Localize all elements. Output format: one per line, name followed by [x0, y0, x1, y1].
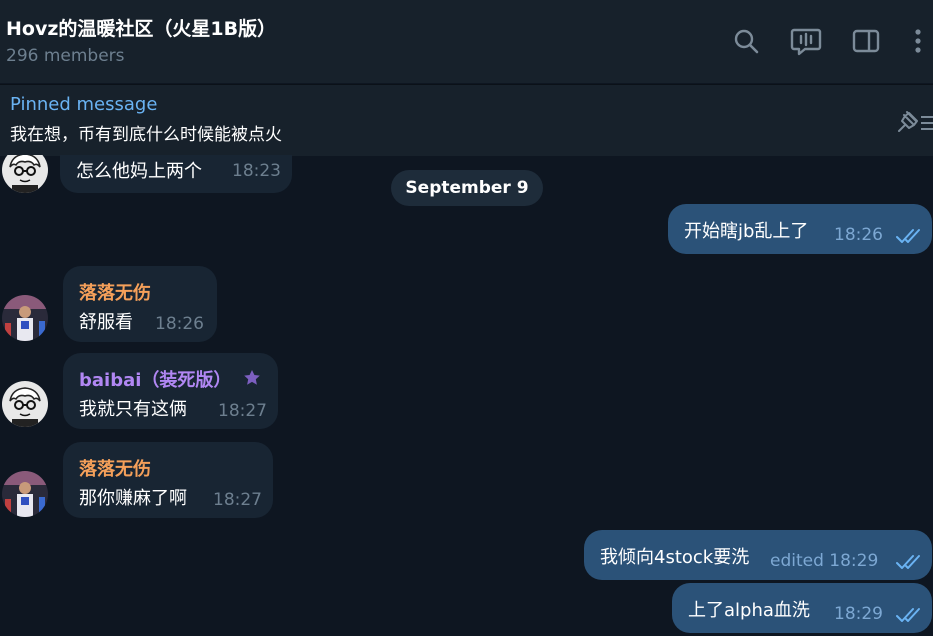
- star-icon: [244, 370, 260, 385]
- read-receipt-icon: [896, 229, 920, 243]
- message-text: 我倾向4stock要洗: [600, 547, 750, 568]
- message-time: 18:27: [213, 490, 262, 510]
- read-receipt-icon: [896, 608, 920, 622]
- message-bubble-outgoing[interactable]: 上了alpha血洗 18:29: [672, 583, 932, 633]
- message-list[interactable]: 怎么他妈上两个 18:23 September 9 开始瞎jb乱上了 18:26…: [0, 155, 933, 636]
- message-time: 18:26: [155, 314, 204, 334]
- more-menu-icon[interactable]: [902, 24, 932, 58]
- pinned-message-bar[interactable]: Pinned message 我在想，币有到底什么时候能被点火: [0, 84, 933, 156]
- message-text: 那你赚麻了啊: [79, 488, 187, 509]
- message-text: 我就只有这俩: [79, 399, 187, 420]
- message-bubble-outgoing[interactable]: 开始瞎jb乱上了 18:26: [668, 204, 932, 254]
- message-text: 怎么他妈上两个: [76, 161, 202, 182]
- pinned-message-text: 我在想，币有到底什么时候能被点火: [10, 125, 282, 145]
- message-time: edited 18:29: [770, 551, 879, 571]
- sender-name[interactable]: baibai（装死版）: [79, 366, 231, 392]
- message-bubble[interactable]: 落落无伤 舒服看 18:26: [63, 266, 217, 342]
- message-text: 开始瞎jb乱上了: [684, 221, 809, 242]
- chat-title[interactable]: Hovz的温暖社区（火星1B版）: [6, 14, 276, 41]
- message-time: 18:29: [834, 604, 883, 624]
- search-icon[interactable]: [729, 24, 763, 58]
- avatar-baibai[interactable]: [2, 155, 48, 193]
- voice-chat-icon[interactable]: [789, 24, 823, 58]
- message-bubble-outgoing[interactable]: 我倾向4stock要洗 edited 18:29: [584, 530, 932, 580]
- message-time: 18:26: [834, 225, 883, 245]
- member-count[interactable]: 296 members: [6, 46, 125, 66]
- message-bubble[interactable]: baibai（装死版） 我就只有这俩 18:27: [63, 353, 278, 429]
- message-time: 18:23: [232, 161, 281, 181]
- avatar-luoluo[interactable]: [2, 471, 48, 517]
- message-bubble[interactable]: 怎么他妈上两个 18:23: [60, 155, 292, 193]
- message-time: 18:27: [218, 401, 267, 421]
- message-bubble[interactable]: 落落无伤 那你赚麻了啊 18:27: [63, 442, 273, 518]
- sender-name[interactable]: 落落无伤: [79, 455, 151, 481]
- sidebar-toggle-icon[interactable]: [849, 24, 883, 58]
- message-text: 舒服看: [79, 312, 133, 333]
- sender-name[interactable]: 落落无伤: [79, 279, 151, 305]
- date-separator: September 9: [391, 170, 543, 206]
- avatar-baibai[interactable]: [2, 381, 48, 427]
- pinned-message-label: Pinned message: [10, 94, 158, 115]
- chat-header[interactable]: Hovz的温暖社区（火星1B版） 296 members: [0, 0, 933, 83]
- read-receipt-icon: [896, 555, 920, 569]
- avatar-luoluo[interactable]: [2, 295, 48, 341]
- pinned-list-icon[interactable]: [895, 107, 933, 135]
- message-text: 上了alpha血洗: [688, 600, 810, 621]
